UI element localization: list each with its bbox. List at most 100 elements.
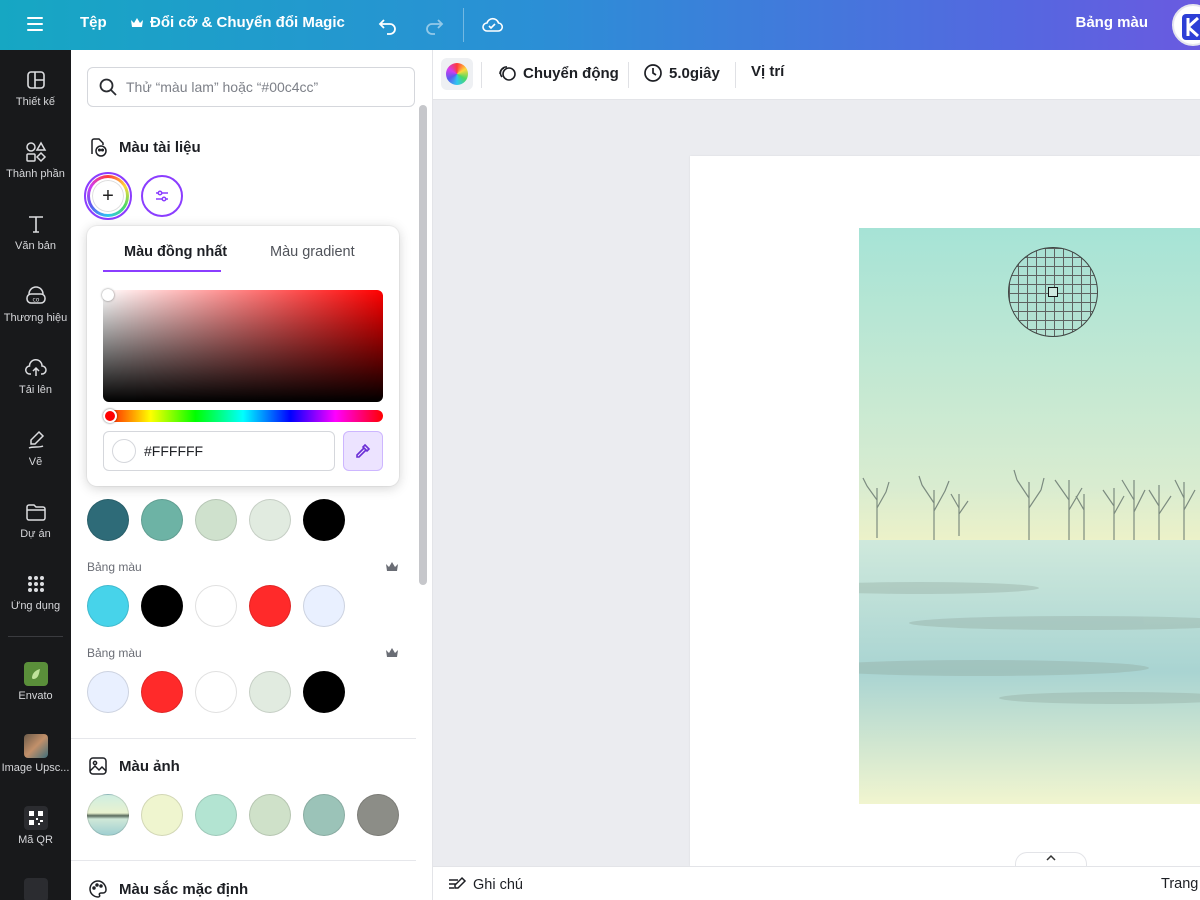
avatar[interactable] (1172, 4, 1200, 46)
rail-item-apps[interactable]: Ứng dụng (0, 554, 71, 626)
color-swatch[interactable] (249, 671, 291, 713)
notes-button[interactable]: Ghi chú (447, 876, 523, 894)
rail-item-image-upscaler[interactable]: Image Upsc... (0, 716, 71, 788)
panel-scrollbar[interactable] (419, 105, 427, 585)
rail-item-uploads[interactable]: Tải lên (0, 338, 71, 410)
document-palette-icon (87, 136, 109, 158)
rail-label: Văn bản (15, 240, 56, 252)
color-swatch[interactable] (195, 499, 237, 541)
color-swatch[interactable] (249, 499, 291, 541)
menu-icon[interactable] (22, 13, 48, 37)
photo-thumbnail-swatch[interactable] (87, 794, 129, 836)
upload-icon (24, 356, 48, 380)
rail-label: Thành phần (6, 168, 65, 180)
crown-icon (386, 562, 398, 571)
color-swatch[interactable] (87, 499, 129, 541)
eyedropper-target-pixel (1048, 287, 1058, 297)
color-swatch[interactable] (249, 794, 291, 836)
rail-item-draw[interactable]: Vẽ (0, 410, 71, 482)
color-swatch[interactable] (141, 671, 183, 713)
plus-icon: + (90, 178, 126, 214)
toolbar-divider (481, 62, 482, 88)
sliders-icon (156, 190, 168, 202)
color-swatch[interactable] (87, 671, 129, 713)
duration-label: 5.0giây (669, 64, 720, 82)
toolbar-divider (463, 8, 464, 42)
color-search-box[interactable] (87, 67, 415, 107)
color-swatch[interactable] (195, 671, 237, 713)
color-swatch[interactable] (195, 585, 237, 627)
notes-icon (449, 876, 467, 889)
magic-resize-label: Đổi cỡ & Chuyển đổi Magic (150, 14, 345, 31)
rail-label: Envato (18, 690, 53, 702)
context-toolbar: Chuyển động 5.0giây Vị trí (433, 50, 1200, 100)
animation-icon (499, 66, 516, 81)
color-swatch[interactable] (87, 585, 129, 627)
undo-icon[interactable] (374, 11, 402, 39)
animate-button[interactable]: Chuyển động (497, 63, 619, 83)
rail-item-design[interactable]: Thiết kế (0, 50, 71, 122)
duration-button[interactable]: 5.0giây (643, 63, 720, 83)
palette-label: Bảng màu (87, 646, 142, 660)
color-swatch[interactable] (141, 585, 183, 627)
rail-item-envato[interactable]: Envato (0, 644, 71, 716)
section-divider (71, 860, 416, 861)
file-menu-button[interactable]: Tệp (80, 14, 107, 31)
rail-item-brand[interactable]: co Thương hiệu (0, 266, 71, 338)
text-icon (24, 212, 48, 236)
draw-icon (24, 428, 48, 452)
chevron-up-icon (1046, 854, 1056, 861)
color-swatch[interactable] (303, 794, 345, 836)
search-input[interactable] (126, 79, 396, 95)
hue-slider[interactable] (103, 410, 383, 422)
color-button[interactable] (441, 58, 473, 90)
color-swatch[interactable] (249, 585, 291, 627)
add-color-button[interactable]: + (87, 175, 129, 217)
shapes-icon (24, 140, 48, 164)
rail-item-qr-code[interactable]: Mã QR (0, 788, 71, 860)
redo-icon[interactable] (420, 11, 448, 39)
rail-item-elements[interactable]: Thành phần (0, 122, 71, 194)
palette-row-3 (87, 671, 345, 713)
crown-icon (131, 17, 143, 27)
envato-icon (23, 662, 48, 686)
crown-icon (386, 648, 398, 657)
color-picker-popover: Màu đồng nhất Màu gradient #FFFFFF (87, 226, 399, 486)
rail-label: Vẽ (28, 456, 43, 468)
pages-button[interactable]: Trang (1161, 876, 1198, 892)
color-swatch[interactable] (303, 585, 345, 627)
color-swatch[interactable] (303, 499, 345, 541)
rail-label: Tải lên (18, 384, 53, 396)
color-swatch[interactable] (195, 794, 237, 836)
hex-value: #FFFFFF (144, 443, 204, 459)
folder-icon (24, 500, 48, 524)
hue-slider-handle[interactable] (103, 409, 117, 423)
tab-solid-color[interactable]: Màu đồng nhất (124, 244, 227, 260)
color-swatch[interactable] (141, 499, 183, 541)
cloud-save-icon[interactable] (478, 11, 506, 39)
color-swatch[interactable] (357, 794, 399, 836)
photo-colors-title: Màu ảnh (119, 757, 180, 775)
image-upscaler-icon (23, 734, 48, 758)
color-swatch[interactable] (141, 794, 183, 836)
palette-icon (87, 878, 109, 900)
svg-text:co: co (32, 297, 39, 304)
saturation-value-handle[interactable] (102, 289, 114, 301)
adjust-colors-button[interactable] (141, 175, 183, 217)
doc-colors-header: Màu tài liệu (87, 136, 201, 158)
qr-code-icon (23, 806, 48, 830)
saturation-value-picker[interactable] (103, 290, 383, 402)
hex-color-input[interactable]: #FFFFFF (103, 431, 335, 471)
layout-icon (24, 68, 48, 92)
position-button[interactable]: Vị trí (751, 63, 784, 80)
magic-resize-button[interactable]: Đổi cỡ & Chuyển đổi Magic (130, 14, 345, 31)
left-rail: Thiết kế Thành phần Văn bản co Thương hi… (0, 50, 71, 900)
search-icon (99, 78, 117, 96)
rail-item-more-app[interactable] (0, 860, 71, 900)
color-swatch[interactable] (303, 671, 345, 713)
tab-gradient-color[interactable]: Màu gradient (270, 244, 355, 260)
rail-item-projects[interactable]: Dự án (0, 482, 71, 554)
rail-item-text[interactable]: Văn bản (0, 194, 71, 266)
eyedropper-button[interactable] (343, 431, 383, 471)
toolbar-divider (628, 62, 629, 88)
